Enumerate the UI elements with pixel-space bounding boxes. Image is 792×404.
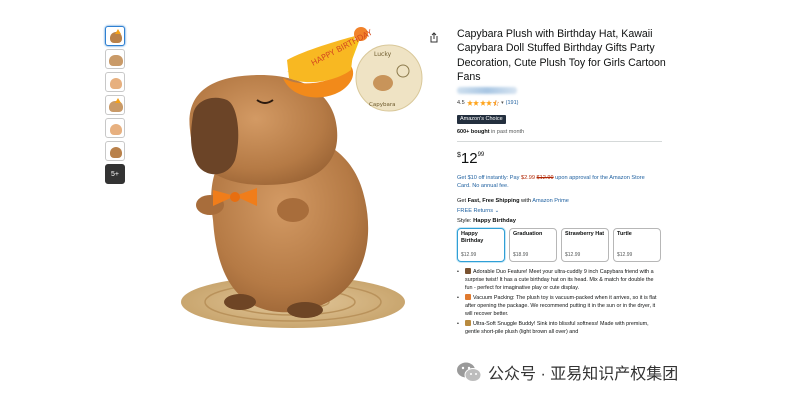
style-option-happy-birthday[interactable]: Happy Birthday $12.99 — [457, 228, 505, 263]
share-icon[interactable] — [429, 32, 439, 43]
list-item: • Adorable Duo Feature! Meet your ultra-… — [457, 268, 662, 292]
sparkle-icon — [465, 320, 471, 327]
bullet-text: Vacuum Packing: The plush toy is vacuum-… — [465, 295, 657, 318]
style-options: Happy Birthday $12.99 Graduation $18.99 … — [457, 228, 667, 263]
star-icon — [486, 99, 493, 106]
rating-value: 4.5 — [457, 99, 465, 106]
brand-link-blurred[interactable] — [457, 87, 517, 94]
style-option-strawberry-hat[interactable]: Strawberry Hat $12.99 — [561, 228, 609, 263]
bought-in-past-month: 600+ bought in past month — [457, 129, 667, 135]
wechat-watermark: 公众号 · 亚易知识产权集团 — [456, 360, 678, 384]
capybara-snout — [191, 97, 239, 175]
thumbnail-strip: 5+ — [105, 26, 127, 187]
option-price: $18.99 — [513, 252, 529, 259]
style-prefix: Style: — [457, 218, 474, 225]
style-option-graduation[interactable]: Graduation $18.99 — [509, 228, 557, 263]
wechat-icon — [457, 362, 482, 382]
style-option-turtle[interactable]: Turtle $12.99 — [613, 228, 661, 263]
more-thumbnails-label: 5+ — [111, 170, 119, 178]
bullet-dot: • — [457, 269, 459, 276]
thumbnail-5[interactable] — [105, 118, 125, 138]
list-item: • Ultra-Soft Snuggle Buddy! Sink into bl… — [457, 320, 662, 336]
bullet-dot: • — [457, 295, 459, 302]
option-name: Graduation — [513, 231, 543, 238]
watermark-text: 公众号 · 亚易知识产权集团 — [488, 366, 679, 383]
product-details: Capybara Plush with Birthday Hat, Kawaii… — [457, 27, 667, 338]
promo-new-price: $2.99 — [520, 175, 535, 182]
feature-bullets: • Adorable Duo Feature! Meet your ultra-… — [457, 268, 662, 336]
package-icon — [465, 294, 471, 301]
gift-icon — [465, 268, 471, 275]
price: $ 12 99 — [457, 150, 667, 172]
star-rating[interactable] — [466, 99, 500, 106]
bought-rest: in past month — [489, 129, 525, 136]
thumbnail-1[interactable] — [105, 26, 125, 46]
price-whole: 12 — [460, 150, 478, 168]
store-card-promo[interactable]: Get $10 off instantly: Pay $2.99 $12.99 … — [457, 174, 657, 190]
promo-old-price: $12.99 — [536, 175, 554, 182]
promo-text-1: Get $10 off instantly: Pay — [457, 175, 521, 182]
thumbnail-3[interactable] — [105, 72, 125, 92]
thumbnail-6[interactable] — [105, 141, 125, 161]
ship-text-1: Get — [457, 198, 468, 205]
star-icon — [466, 99, 473, 106]
thumbnail-4[interactable] — [105, 95, 125, 115]
main-product-image[interactable]: HAPPY BIRTHDAY Lucky Capybara — [165, 20, 435, 330]
style-selected-value: Happy Birthday — [473, 218, 516, 225]
product-title: Capybara Plush with Birthday Hat, Kawaii… — [457, 28, 666, 83]
bullet-text: Adorable Duo Feature! Meet your ultra-cu… — [465, 269, 654, 292]
ship-bold: Fast, Free Shipping — [467, 198, 520, 205]
style-label: Style: Happy Birthday — [457, 218, 667, 224]
list-item: • Vacuum Packing: The plush toy is vacuu… — [457, 294, 662, 318]
star-icon — [479, 99, 486, 106]
bought-count: 600+ bought — [457, 129, 490, 136]
divider — [457, 141, 662, 143]
thumbnail-2[interactable] — [105, 49, 125, 69]
more-thumbnails-button[interactable]: 5+ — [105, 164, 125, 184]
option-price: $12.99 — [461, 252, 477, 259]
option-name: Turtle — [617, 231, 632, 238]
rating-count-link[interactable]: (191) — [506, 100, 519, 106]
bullet-dot: • — [457, 321, 459, 328]
option-name: Strawberry Hat — [565, 231, 605, 238]
star-icon — [473, 99, 480, 106]
shipping-info: Get Fast, Free Shipping with Amazon Prim… — [457, 198, 667, 204]
chevron-down-icon[interactable]: ▾ — [501, 100, 504, 106]
option-name: Happy Birthday — [461, 231, 484, 244]
hang-tag: Lucky Capybara — [355, 44, 423, 112]
star-half-icon — [492, 99, 499, 106]
option-price: $12.99 — [565, 252, 581, 259]
tag-top-text: Lucky — [374, 51, 392, 58]
option-price: $12.99 — [617, 252, 633, 259]
bullet-text: Ultra-Soft Snuggle Buddy! Sink into blis… — [465, 321, 649, 336]
free-returns-link[interactable]: FREE Returns ⌄ — [457, 208, 667, 214]
tag-bottom-text: Capybara — [369, 102, 395, 108]
content-fade — [455, 335, 670, 349]
price-fraction: 99 — [477, 152, 485, 159]
chevron-down-icon: ⌄ — [494, 208, 500, 215]
rating-row: 4.5 ▾ (191) — [457, 98, 667, 107]
amazon-prime-link[interactable]: Amazon Prime — [532, 198, 569, 204]
ship-text-2: with — [519, 198, 533, 205]
amazons-choice-badge: Amazon's Choice — [457, 114, 506, 124]
free-returns-label: FREE Returns — [457, 208, 494, 215]
